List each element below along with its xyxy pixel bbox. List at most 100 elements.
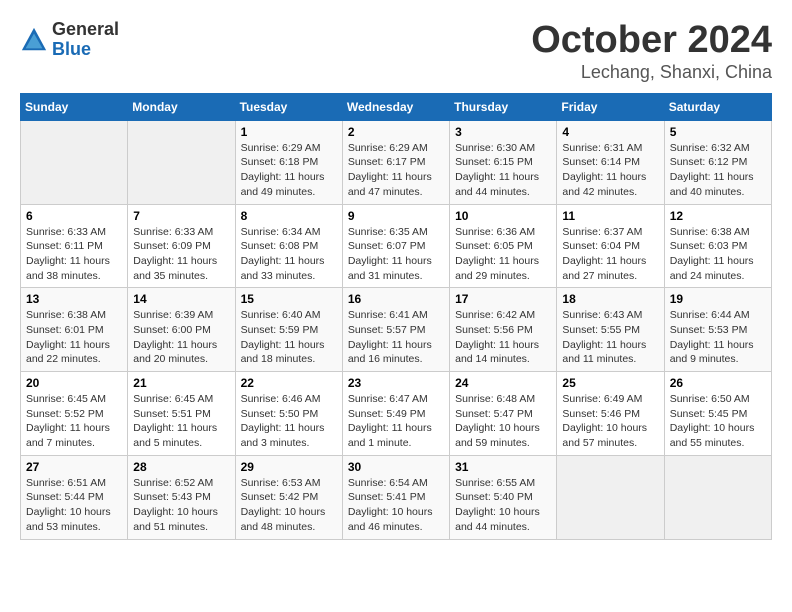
calendar-cell: 11 Sunrise: 6:37 AM Sunset: 6:04 PM Dayli… [557, 204, 664, 288]
day-number: 29 [241, 460, 337, 474]
day-number: 24 [455, 376, 551, 390]
day-number: 18 [562, 292, 658, 306]
day-number: 16 [348, 292, 444, 306]
calendar-cell: 26Sunrise: 6:50 AM Sunset: 5:45 PM Dayli… [664, 372, 771, 456]
calendar-cell: 12 Sunrise: 6:38 AM Sunset: 6:03 PM Dayli… [664, 204, 771, 288]
day-info: Sunrise: 6:38 AM Sunset: 6:03 PM Dayligh… [670, 225, 766, 284]
month-title: October 2024 [531, 20, 772, 62]
calendar-week-row: 6 Sunrise: 6:33 AM Sunset: 6:11 PM Daylig… [21, 204, 772, 288]
day-info: Sunrise: 6:38 AM Sunset: 6:01 PM Dayligh… [26, 308, 122, 367]
day-info: Sunrise: 6:52 AM Sunset: 5:43 PM Dayligh… [133, 476, 229, 535]
calendar-week-row: 13 Sunrise: 6:38 AM Sunset: 6:01 PM Dayli… [21, 288, 772, 372]
day-info: Sunrise: 6:40 AM Sunset: 5:59 PM Dayligh… [241, 308, 337, 367]
logo-text: General Blue [52, 20, 119, 60]
day-info: Sunrise: 6:29 AM Sunset: 6:18 PM Dayligh… [241, 141, 337, 200]
calendar-cell: 23 Sunrise: 6:47 AM Sunset: 5:49 PM Dayli… [342, 372, 449, 456]
day-number: 19 [670, 292, 766, 306]
calendar-cell: 28 Sunrise: 6:52 AM Sunset: 5:43 PM Dayli… [128, 455, 235, 539]
calendar-cell: 13 Sunrise: 6:38 AM Sunset: 6:01 PM Dayli… [21, 288, 128, 372]
day-info: Sunrise: 6:47 AM Sunset: 5:49 PM Dayligh… [348, 392, 444, 451]
weekday-header: Monday [128, 93, 235, 120]
calendar-cell: 1 Sunrise: 6:29 AM Sunset: 6:18 PM Daylig… [235, 120, 342, 204]
calendar-cell: 24 Sunrise: 6:48 AM Sunset: 5:47 PM Dayli… [450, 372, 557, 456]
day-info: Sunrise: 6:53 AM Sunset: 5:42 PM Dayligh… [241, 476, 337, 535]
day-number: 26 [670, 376, 766, 390]
day-number: 6 [26, 209, 122, 223]
logo-blue: Blue [52, 40, 119, 60]
calendar-cell: 3Sunrise: 6:30 AM Sunset: 6:15 PM Daylig… [450, 120, 557, 204]
day-info: Sunrise: 6:45 AM Sunset: 5:52 PM Dayligh… [26, 392, 122, 451]
weekday-header: Thursday [450, 93, 557, 120]
day-info: Sunrise: 6:49 AM Sunset: 5:46 PM Dayligh… [562, 392, 658, 451]
day-info: Sunrise: 6:33 AM Sunset: 6:11 PM Dayligh… [26, 225, 122, 284]
day-number: 21 [133, 376, 229, 390]
calendar-table: SundayMondayTuesdayWednesdayThursdayFrid… [20, 93, 772, 540]
calendar-cell: 2 Sunrise: 6:29 AM Sunset: 6:17 PM Daylig… [342, 120, 449, 204]
logo-icon [20, 26, 48, 54]
day-info: Sunrise: 6:34 AM Sunset: 6:08 PM Dayligh… [241, 225, 337, 284]
weekday-header: Tuesday [235, 93, 342, 120]
day-info: Sunrise: 6:30 AM Sunset: 6:15 PM Dayligh… [455, 141, 551, 200]
calendar-cell [557, 455, 664, 539]
calendar-week-row: 27Sunrise: 6:51 AM Sunset: 5:44 PM Dayli… [21, 455, 772, 539]
calendar-cell [21, 120, 128, 204]
calendar-cell: 25 Sunrise: 6:49 AM Sunset: 5:46 PM Dayli… [557, 372, 664, 456]
weekday-header: Friday [557, 93, 664, 120]
day-info: Sunrise: 6:43 AM Sunset: 5:55 PM Dayligh… [562, 308, 658, 367]
weekday-header: Wednesday [342, 93, 449, 120]
day-number: 20 [26, 376, 122, 390]
location-title: Lechang, Shanxi, China [531, 62, 772, 83]
day-number: 17 [455, 292, 551, 306]
weekday-header: Saturday [664, 93, 771, 120]
day-info: Sunrise: 6:48 AM Sunset: 5:47 PM Dayligh… [455, 392, 551, 451]
day-number: 1 [241, 125, 337, 139]
calendar-cell: 10Sunrise: 6:36 AM Sunset: 6:05 PM Dayli… [450, 204, 557, 288]
day-number: 9 [348, 209, 444, 223]
calendar-cell: 21 Sunrise: 6:45 AM Sunset: 5:51 PM Dayli… [128, 372, 235, 456]
calendar-week-row: 20 Sunrise: 6:45 AM Sunset: 5:52 PM Dayli… [21, 372, 772, 456]
day-info: Sunrise: 6:41 AM Sunset: 5:57 PM Dayligh… [348, 308, 444, 367]
day-number: 12 [670, 209, 766, 223]
day-number: 2 [348, 125, 444, 139]
weekday-header: Sunday [21, 93, 128, 120]
day-number: 23 [348, 376, 444, 390]
day-info: Sunrise: 6:42 AM Sunset: 5:56 PM Dayligh… [455, 308, 551, 367]
day-number: 25 [562, 376, 658, 390]
day-number: 27 [26, 460, 122, 474]
calendar-cell: 22 Sunrise: 6:46 AM Sunset: 5:50 PM Dayli… [235, 372, 342, 456]
calendar-header-row: SundayMondayTuesdayWednesdayThursdayFrid… [21, 93, 772, 120]
day-number: 13 [26, 292, 122, 306]
day-info: Sunrise: 6:45 AM Sunset: 5:51 PM Dayligh… [133, 392, 229, 451]
day-number: 8 [241, 209, 337, 223]
day-number: 11 [562, 209, 658, 223]
day-number: 22 [241, 376, 337, 390]
calendar-cell [664, 455, 771, 539]
calendar-cell: 20 Sunrise: 6:45 AM Sunset: 5:52 PM Dayli… [21, 372, 128, 456]
calendar-cell: 31Sunrise: 6:55 AM Sunset: 5:40 PM Dayli… [450, 455, 557, 539]
day-info: Sunrise: 6:44 AM Sunset: 5:53 PM Dayligh… [670, 308, 766, 367]
logo-general: General [52, 20, 119, 40]
day-number: 7 [133, 209, 229, 223]
day-number: 4 [562, 125, 658, 139]
calendar-cell: 30Sunrise: 6:54 AM Sunset: 5:41 PM Dayli… [342, 455, 449, 539]
day-info: Sunrise: 6:39 AM Sunset: 6:00 PM Dayligh… [133, 308, 229, 367]
calendar-cell [128, 120, 235, 204]
day-number: 28 [133, 460, 229, 474]
calendar-cell: 6 Sunrise: 6:33 AM Sunset: 6:11 PM Daylig… [21, 204, 128, 288]
day-number: 15 [241, 292, 337, 306]
calendar-cell: 16 Sunrise: 6:41 AM Sunset: 5:57 PM Dayli… [342, 288, 449, 372]
calendar-cell: 27Sunrise: 6:51 AM Sunset: 5:44 PM Dayli… [21, 455, 128, 539]
calendar-cell: 14Sunrise: 6:39 AM Sunset: 6:00 PM Dayli… [128, 288, 235, 372]
day-info: Sunrise: 6:46 AM Sunset: 5:50 PM Dayligh… [241, 392, 337, 451]
calendar-cell: 4Sunrise: 6:31 AM Sunset: 6:14 PM Daylig… [557, 120, 664, 204]
day-info: Sunrise: 6:32 AM Sunset: 6:12 PM Dayligh… [670, 141, 766, 200]
calendar-cell: 29 Sunrise: 6:53 AM Sunset: 5:42 PM Dayli… [235, 455, 342, 539]
day-info: Sunrise: 6:33 AM Sunset: 6:09 PM Dayligh… [133, 225, 229, 284]
day-info: Sunrise: 6:37 AM Sunset: 6:04 PM Dayligh… [562, 225, 658, 284]
title-block: October 2024 Lechang, Shanxi, China [531, 20, 772, 83]
logo: General Blue [20, 20, 119, 60]
day-info: Sunrise: 6:29 AM Sunset: 6:17 PM Dayligh… [348, 141, 444, 200]
day-number: 10 [455, 209, 551, 223]
calendar-cell: 19 Sunrise: 6:44 AM Sunset: 5:53 PM Dayli… [664, 288, 771, 372]
day-number: 30 [348, 460, 444, 474]
